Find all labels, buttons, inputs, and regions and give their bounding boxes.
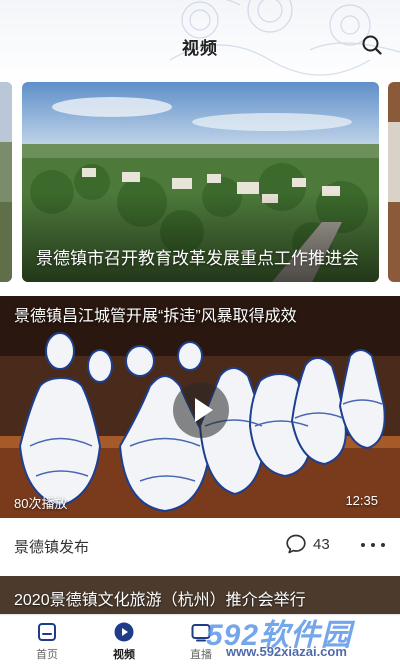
video-play-icon (114, 622, 134, 642)
banner-title: 景德镇市召开教育改革发展重点工作推进会 (36, 249, 359, 268)
tab-home[interactable]: 首页 (17, 621, 77, 665)
video-duration: 12:35 (345, 493, 378, 508)
more-dot-icon (361, 543, 365, 547)
banner-previous-image (0, 82, 12, 282)
more-dot-icon (381, 543, 385, 547)
banner-next-peek[interactable] (388, 82, 400, 282)
search-icon (362, 35, 382, 55)
more-dot-icon (371, 543, 375, 547)
play-count: 80次播放 (14, 496, 68, 511)
top-header: 视频 (0, 0, 400, 82)
site-watermark: 592软件园 www.592xiazai.com (196, 604, 400, 666)
banner-previous-peek[interactable] (0, 82, 12, 282)
video-meta-row: 景德镇发布 43 (0, 518, 400, 572)
tab-video[interactable]: 视频 (94, 621, 154, 665)
comment-icon[interactable] (285, 533, 307, 555)
search-button[interactable] (360, 33, 384, 57)
banner-slide[interactable]: 景德镇市召开教育改革发展重点工作推进会 (22, 82, 379, 282)
tab-home-label: 首页 (36, 649, 58, 661)
comment-count[interactable]: 43 (313, 536, 330, 553)
play-button[interactable] (173, 382, 229, 438)
video-source[interactable]: 景德镇发布 (14, 536, 89, 557)
more-options-button[interactable] (360, 536, 386, 554)
tab-video-label: 视频 (113, 649, 135, 661)
page-title: 视频 (182, 39, 218, 58)
play-icon (195, 398, 213, 422)
video-title: 景德镇昌江城管开展“拆违”风暴取得成效 (14, 308, 297, 325)
home-icon (38, 623, 56, 641)
watermark-url: www.592xiazai.com (226, 644, 347, 659)
banner-next-image (388, 82, 400, 282)
